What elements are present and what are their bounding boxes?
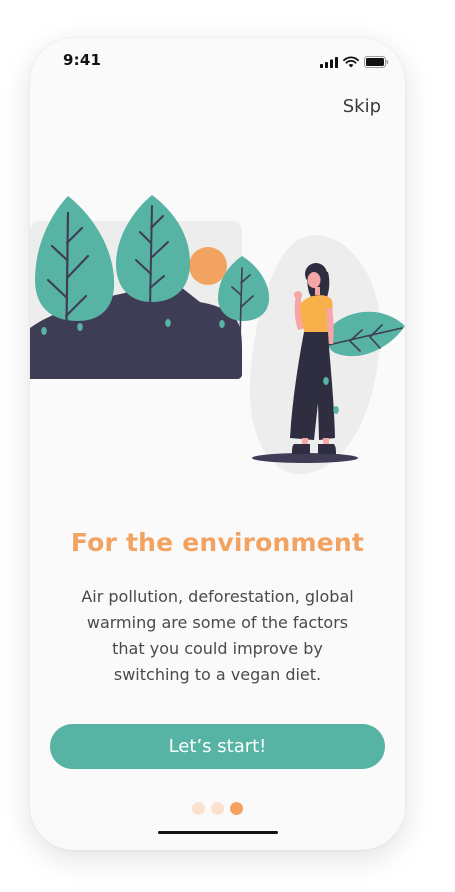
page-dot-2[interactable] <box>211 802 224 815</box>
wifi-icon <box>343 53 359 72</box>
lets-start-button[interactable]: Let’s start! <box>50 724 385 769</box>
page-indicator <box>30 802 405 815</box>
page-dot-1[interactable] <box>192 802 205 815</box>
home-indicator <box>158 831 278 834</box>
status-icons <box>320 53 389 72</box>
onboarding-description: Air pollution, deforestation, global war… <box>81 587 354 684</box>
onboarding-title: For the environment <box>70 528 365 557</box>
sun-shape <box>189 247 227 285</box>
tree-left <box>35 196 115 321</box>
skip-button[interactable]: Skip <box>343 96 381 117</box>
environment-illustration <box>30 195 405 474</box>
page-dot-3-active[interactable] <box>230 802 243 815</box>
phone-frame: 9:41 Skip For the environment Air pollut… <box>30 38 405 850</box>
cellular-signal-icon <box>320 53 338 72</box>
status-bar: 9:41 <box>30 38 405 82</box>
ground-shadow <box>252 453 358 463</box>
battery-icon <box>364 53 389 72</box>
status-time: 9:41 <box>63 51 102 69</box>
